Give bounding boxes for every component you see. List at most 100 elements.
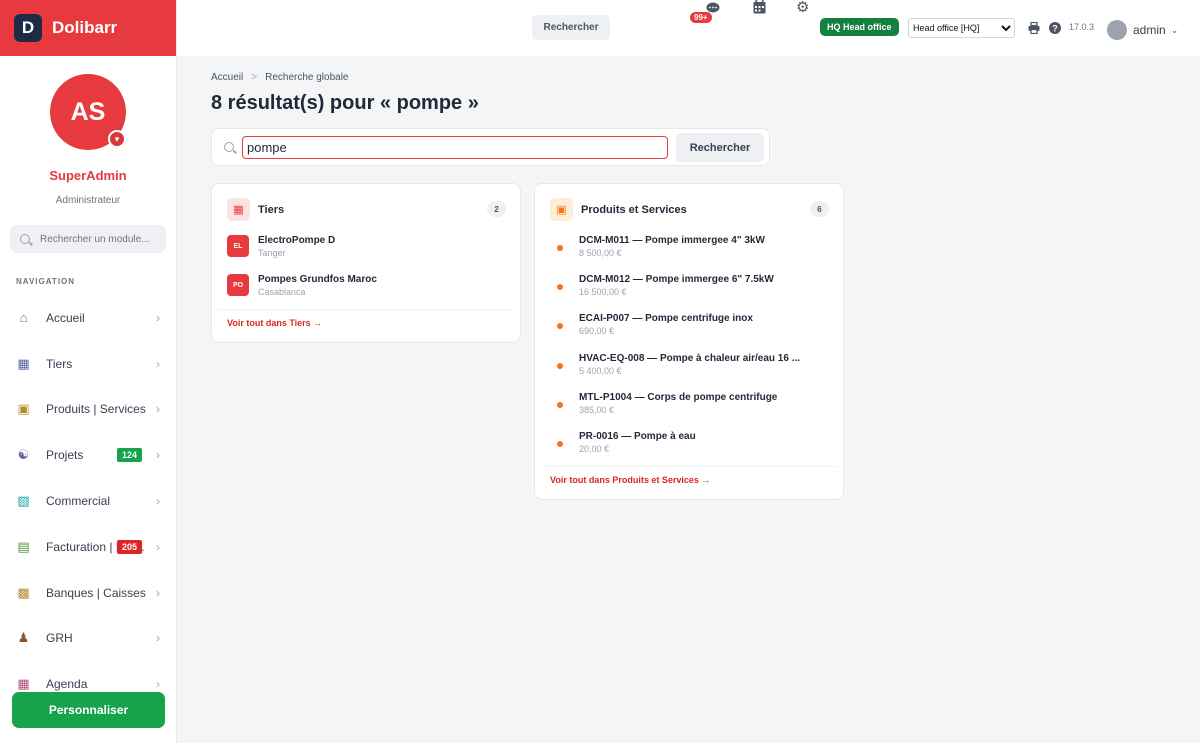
products-results-card: ▣ Produits et Services 6 DCM-M011 — Pomp… <box>534 183 844 500</box>
product-result-item[interactable]: ECAI-P007 — Pompe centrifuge inox 690,00 … <box>550 313 753 336</box>
nav-list: ⌂ Accueil › ▦ Tiers › ▣ Produits | Services › ☯ Pr… <box>0 295 176 707</box>
user-tie-icon: ♟ <box>17 630 30 646</box>
top-search-button[interactable]: Rechercher <box>532 15 610 40</box>
chevron-right-icon: › <box>156 494 160 509</box>
divider <box>541 466 837 467</box>
calendar-icon: ▦ <box>17 676 30 692</box>
search-icon <box>224 142 234 152</box>
sidebar-item-label: Produits | Services <box>46 402 146 417</box>
user-menu-label: admin <box>1133 23 1166 37</box>
building-icon: ▦ <box>17 355 30 371</box>
search-submit-button[interactable]: Rechercher <box>676 133 764 162</box>
result-price: 16 500,00 € <box>579 287 627 298</box>
chevron-down-icon: ⌄ <box>1170 24 1179 35</box>
home-icon: ⌂ <box>19 310 28 326</box>
breadcrumb: Accueil > Recherche globale <box>211 72 348 83</box>
user-name: SuperAdmin <box>49 168 127 183</box>
sidebar-item-produits[interactable]: ▣ Produits | Services › <box>0 387 176 433</box>
topbar: Rechercher 99+ ⚙ HQ Head office Head off… <box>177 0 1200 56</box>
gear-icon[interactable]: ⚙ <box>796 0 809 16</box>
notification-badge: 99+ <box>690 12 712 23</box>
product-result-item[interactable]: DCM-M011 — Pompe immergee 4" 3kW 8 500,00… <box>550 235 765 258</box>
chevron-right-icon: › <box>156 356 160 371</box>
breadcrumb-current: Recherche globale <box>265 72 349 83</box>
status-dot <box>557 323 563 330</box>
result-title: DCM-M011 — Pompe immergee 4" 3kW <box>579 235 765 246</box>
count-badge: 2 <box>487 201 506 217</box>
tiers-result-item[interactable]: EL ElectroPompe D Tanger <box>227 235 335 258</box>
sidebar-item-accueil[interactable]: ⌂ Accueil › <box>0 295 176 341</box>
sidebar: D Dolibarr AS ▾ SuperAdmin Administrateu… <box>0 0 177 743</box>
result-price: 385,00 € <box>579 404 615 415</box>
sidebar-item-label: Tiers <box>46 356 73 371</box>
card-header: ▦ Tiers <box>227 198 284 221</box>
result-price: 20,00 € <box>579 444 610 454</box>
card-header: ▣ Produits et Services <box>550 198 687 221</box>
personalize-button[interactable]: Personnaliser <box>12 692 165 728</box>
nav-badge: 205 <box>116 539 142 554</box>
module-search[interactable] <box>10 225 166 253</box>
entity-badge[interactable]: HQ Head office <box>820 18 899 36</box>
user-avatar-icon <box>1107 20 1127 40</box>
nav-section-title: NAVIGATION <box>16 277 76 286</box>
chevron-right-icon: › <box>156 539 160 554</box>
entity-select[interactable]: Head office [HQ] <box>908 18 1015 38</box>
briefcase-icon: ▧ <box>17 493 30 509</box>
status-dot <box>557 441 563 447</box>
product-result-item[interactable]: DCM-M012 — Pompe immergee 6" 7.5kW 16 500… <box>550 274 774 297</box>
invoice-icon: ▤ <box>17 538 30 554</box>
page-title: 8 résultat(s) pour « pompe » <box>211 92 479 114</box>
app-name: Dolibarr <box>52 18 118 37</box>
sidebar-item-label: Accueil <box>46 310 85 325</box>
company-initials-tile: EL <box>227 235 249 257</box>
chevron-right-icon: › <box>156 448 160 463</box>
company-initials-tile: PO <box>227 274 249 296</box>
user-menu[interactable]: admin ⌄ <box>1107 20 1178 40</box>
product-result-item[interactable]: MTL-P1004 — Corps de pompe centrifuge 385… <box>550 392 777 415</box>
brand-header[interactable]: D Dolibarr <box>0 0 176 56</box>
chevron-down-icon[interactable]: ▾ <box>108 130 126 148</box>
see-all-products-link[interactable]: Voir tout dans Produits et Services → <box>550 475 710 485</box>
sidebar-item-tiers[interactable]: ▦ Tiers › <box>0 341 176 387</box>
sidebar-item-banques[interactable]: ▩ Banques | Caisses › <box>0 570 176 616</box>
user-avatar-block[interactable]: AS ▾ <box>50 74 126 150</box>
result-title: ECAI-P007 — Pompe centrifuge inox <box>579 313 753 325</box>
result-price: 690,00 € <box>579 326 615 337</box>
sidebar-item-label: Commercial <box>46 494 111 509</box>
status-dot <box>557 401 563 408</box>
card-title: Tiers <box>258 203 285 216</box>
breadcrumb-home[interactable]: Accueil <box>211 72 243 83</box>
chevron-right-icon: › <box>156 402 160 417</box>
result-title: PR-0016 — Pompe à eau <box>579 431 696 442</box>
chevron-right-icon: › <box>156 677 160 692</box>
sidebar-item-commercial[interactable]: ▧ Commercial › <box>0 478 176 524</box>
result-title: HVAC-EQ-008 — Pompe à chaleur air/eau 16… <box>579 352 801 364</box>
svg-text:?: ? <box>1052 23 1058 33</box>
box-icon: ▣ <box>17 401 30 417</box>
see-all-tiers-link[interactable]: Voir tout dans Tiers → <box>227 318 322 328</box>
product-result-item[interactable]: PR-0016 — Pompe à eau 20,00 € <box>550 431 696 454</box>
sidebar-item-projets[interactable]: ☯ Projets 124 › <box>0 432 176 478</box>
sidebar-item-grh[interactable]: ♟ GRH › <box>0 616 176 662</box>
product-result-item[interactable]: HVAC-EQ-008 — Pompe à chaleur air/eau 16… <box>550 353 800 376</box>
card-title: Produits et Services <box>581 203 687 216</box>
chevron-right-icon: › <box>156 585 160 600</box>
sidebar-item-label: Banques | Caisses <box>46 585 146 600</box>
print-icon[interactable] <box>1028 22 1040 34</box>
breadcrumb-separator: > <box>251 72 258 83</box>
tiers-result-item[interactable]: PO Pompes Grundfos Maroc Casablanca <box>227 274 377 297</box>
version-label: 17.0.3 <box>1069 22 1095 32</box>
nav-badge: 124 <box>116 448 142 463</box>
sidebar-item-label: GRH <box>46 631 73 646</box>
global-search-input[interactable] <box>242 136 668 159</box>
divider <box>218 309 514 310</box>
calendar-icon[interactable] <box>753 0 766 14</box>
chevron-right-icon: › <box>156 631 160 646</box>
help-icon[interactable]: ? <box>1049 22 1061 34</box>
module-search-input[interactable] <box>40 233 160 245</box>
box-icon: ▣ <box>550 198 573 221</box>
sidebar-item-label: Agenda <box>46 677 88 692</box>
result-title: ElectroPompe D <box>258 235 336 246</box>
bank-icon: ▩ <box>17 584 30 600</box>
sidebar-item-facturation[interactable]: ▤Facturation | Paiement205› <box>0 524 176 570</box>
